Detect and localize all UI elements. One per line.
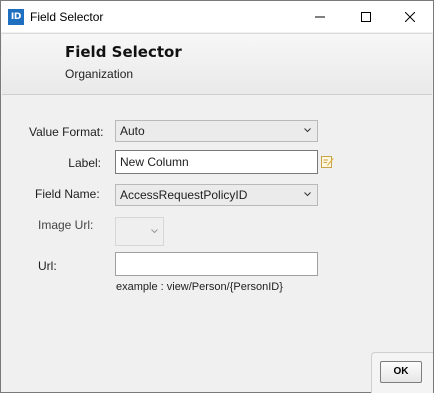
minimize-button[interactable]	[297, 1, 343, 32]
title-bar[interactable]: ID Field Selector	[1, 1, 433, 32]
value-format-select[interactable]: Auto	[115, 120, 318, 142]
dialog-header: Field Selector Organization	[2, 33, 432, 95]
url-input[interactable]	[115, 252, 318, 276]
image-url-label: Image Url:	[38, 218, 94, 232]
dialog-title: Field Selector	[65, 43, 182, 61]
chevron-down-icon	[304, 192, 311, 197]
url-example-hint: example : view/Person/{PersonID}	[116, 281, 283, 293]
field-name-label: Field Name:	[35, 187, 100, 201]
chevron-down-icon	[304, 128, 311, 133]
close-button[interactable]	[387, 1, 433, 32]
value-format-selected: Auto	[120, 124, 145, 138]
maximize-button[interactable]	[343, 1, 389, 32]
edit-icon[interactable]	[321, 155, 334, 168]
url-label: Url:	[38, 259, 57, 273]
app-id-icon: ID	[8, 9, 24, 25]
ok-button[interactable]: OK	[380, 361, 422, 383]
field-selector-window: ID Field Selector Field Selector Organiz…	[0, 0, 434, 393]
minimize-icon	[315, 16, 325, 17]
label-input[interactable]: New Column	[115, 150, 318, 174]
form-area: Value Format: Auto Label: New Column Fie…	[2, 96, 432, 354]
window-title: Field Selector	[30, 10, 104, 24]
field-name-selected: AccessRequestPolicyID	[120, 188, 248, 202]
image-url-select	[115, 217, 164, 246]
dialog-subtitle: Organization	[65, 67, 134, 81]
maximize-icon	[361, 11, 371, 22]
field-name-select[interactable]: AccessRequestPolicyID	[115, 184, 318, 206]
close-icon	[405, 11, 415, 22]
label-label: Label:	[68, 156, 101, 170]
chevron-down-icon	[151, 229, 158, 234]
value-format-label: Value Format:	[29, 125, 104, 139]
